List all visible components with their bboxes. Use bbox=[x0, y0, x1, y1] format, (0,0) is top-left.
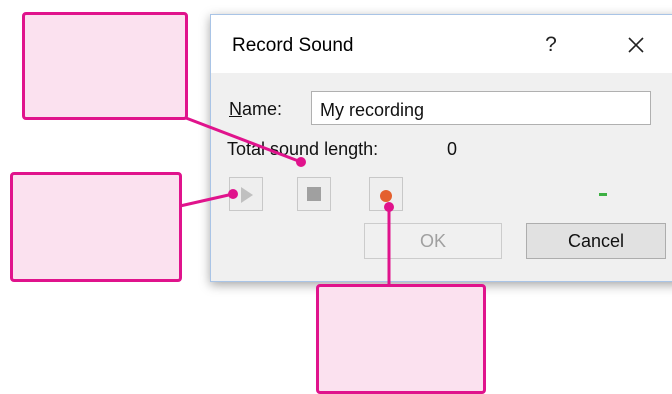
connector-play bbox=[179, 192, 234, 208]
callout-box-record bbox=[316, 284, 486, 394]
callout-box-play bbox=[10, 172, 182, 282]
connector-stop bbox=[185, 116, 302, 164]
connector-record-dot bbox=[384, 202, 394, 212]
callout-box-stop bbox=[22, 12, 188, 120]
connector-stop-dot bbox=[296, 157, 306, 167]
connector-play-dot bbox=[228, 189, 238, 199]
